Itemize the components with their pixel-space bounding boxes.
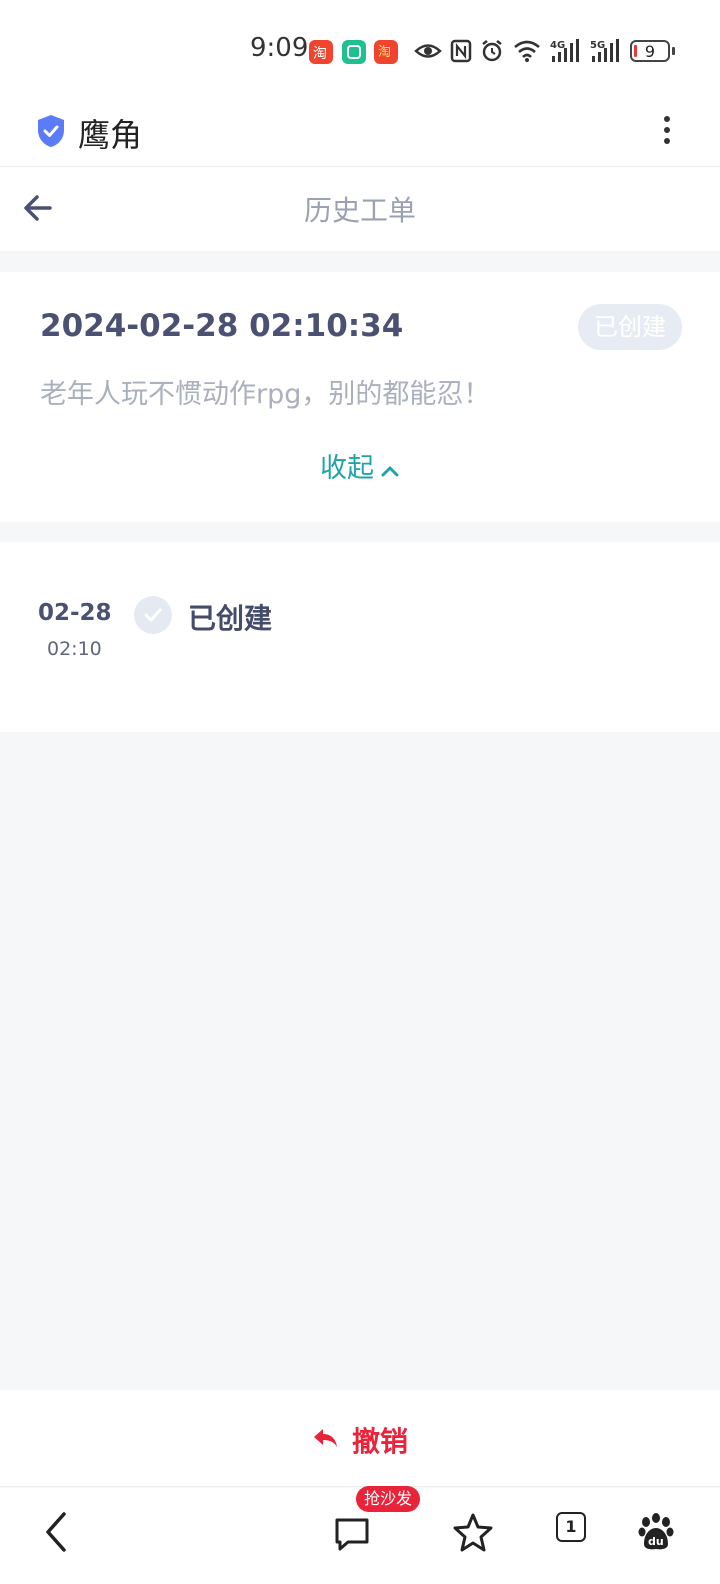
chevron-up-icon (380, 454, 400, 485)
ticket-description: 老年人玩不惯动作rpg，别的都能忍！ (40, 379, 491, 410)
check-circle-icon (134, 596, 172, 634)
undo-arrow-icon (312, 1426, 340, 1454)
ticket-datetime: 2024-02-28 02:10:34 (40, 308, 404, 344)
ticket-card: 2024-02-28 02:10:34 已创建 老年人玩不惯动作rpg，别的都能… (0, 272, 720, 522)
status-badge: 已创建 (578, 304, 682, 350)
timeline-status: 已创建 (188, 602, 273, 635)
baidu-paw-icon[interactable]: du (636, 1510, 676, 1558)
page-title: 历史工单 (303, 194, 416, 227)
revoke-button[interactable]: 撤销 (0, 1420, 720, 1460)
comment-badge: 抢沙发 (356, 1486, 421, 1512)
timeline-time: 02:10 (47, 638, 102, 660)
shield-check-icon (36, 114, 66, 152)
svg-text:du: du (648, 1535, 664, 1548)
collapse-button[interactable]: 收起 (0, 446, 720, 485)
alarm-icon (482, 40, 502, 62)
revoke-label: 撤销 (351, 1425, 408, 1458)
more-options-icon[interactable] (660, 112, 674, 152)
back-icon[interactable] (40, 1510, 72, 1558)
app-title: 鹰角 (78, 116, 143, 154)
wifi-icon (514, 40, 540, 62)
mi-home-icon (342, 40, 366, 64)
battery-level: 9 (644, 41, 656, 61)
app-header: 鹰角 (0, 96, 720, 167)
system-status-icons: 4G 5G (414, 38, 622, 64)
signal-5g-icon: 5G (590, 39, 619, 62)
svg-text:淘: 淘 (378, 45, 391, 60)
svg-text:淘: 淘 (313, 46, 327, 62)
svg-text:4G: 4G (550, 40, 565, 51)
status-bar: 9:09 淘 淘 4G 5G 9 (0, 0, 720, 96)
revoke-bar: 撤销 (0, 1390, 720, 1487)
browser-bottom-nav: 抢沙发 1 du (0, 1486, 720, 1584)
taobao-special-icon: 淘 (374, 40, 398, 64)
tabs-icon[interactable]: 1 (556, 1512, 586, 1542)
collapse-label: 收起 (320, 453, 374, 484)
timeline: 02-28 02:10 已创建 (0, 542, 720, 732)
status-time: 9:09 (250, 33, 309, 63)
timeline-date: 02-28 (38, 600, 112, 626)
favorite-star-icon[interactable] (452, 1510, 494, 1558)
nfc-icon (450, 39, 472, 63)
comment-icon[interactable] (332, 1510, 372, 1558)
taobao-icon: 淘 (309, 40, 333, 64)
battery-icon: 9 (630, 40, 670, 62)
eye-icon (414, 44, 442, 58)
signal-4g-icon: 4G (550, 39, 579, 62)
page-header: 历史工单 (0, 167, 720, 251)
svg-text:5G: 5G (590, 40, 605, 51)
